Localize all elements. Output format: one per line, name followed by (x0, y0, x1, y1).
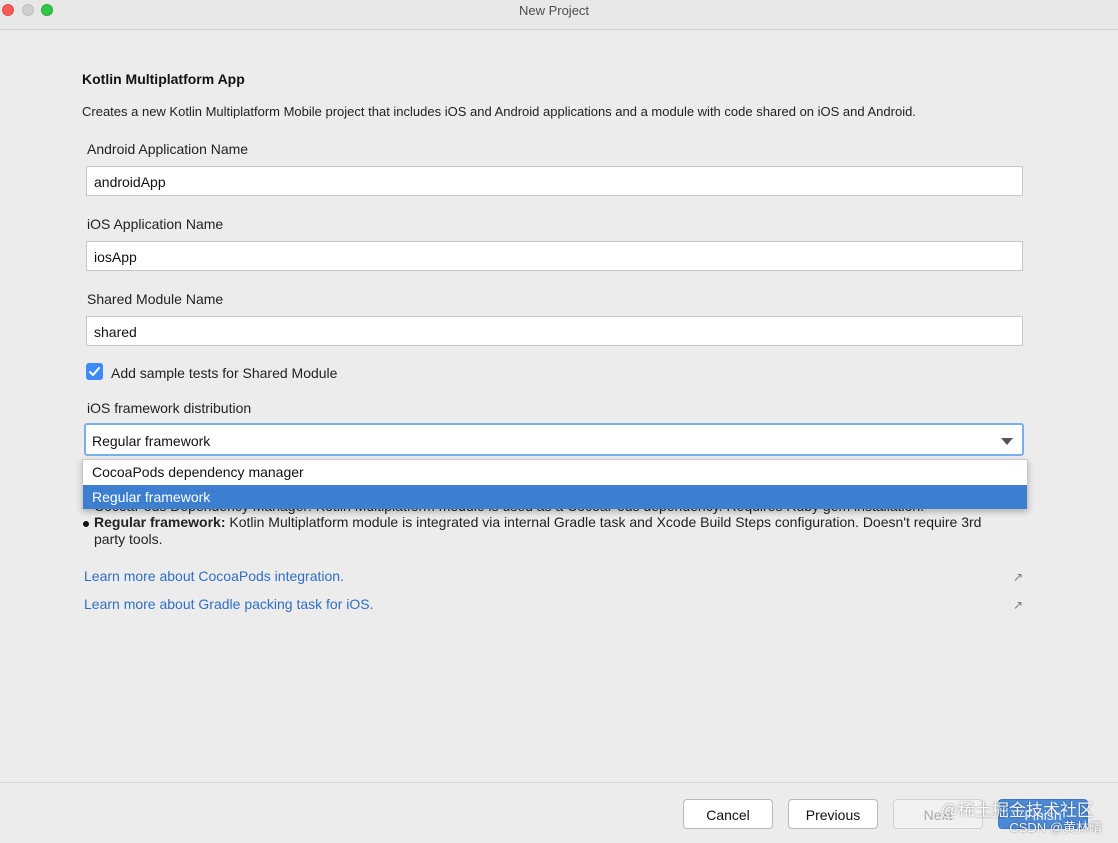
shared-module-name-input[interactable]: shared (86, 316, 1023, 346)
android-app-name-input[interactable]: androidApp (86, 166, 1023, 196)
cancel-button[interactable]: Cancel (683, 799, 773, 829)
checkmark-icon (89, 367, 100, 376)
window-titlebar: New Project (0, 0, 1118, 30)
previous-button[interactable]: Previous (788, 799, 878, 829)
cocoapods-learn-more-link[interactable]: Learn more about CocoaPods integration. (84, 568, 344, 584)
distribution-dropdown-menu: CocoaPods dependency manager Regular fra… (82, 459, 1028, 509)
bullet-icon (83, 521, 89, 527)
external-link-icon: ↗ (1013, 570, 1024, 584)
window-title: New Project (518, 3, 590, 18)
dropdown-option-cocoapods[interactable]: CocoaPods dependency manager (83, 460, 1027, 484)
android-app-name-label: Android Application Name (87, 141, 249, 157)
sample-tests-checkbox[interactable] (86, 363, 103, 380)
dialog-content: Kotlin Multiplatform App Creates a new K… (0, 30, 1118, 782)
ios-app-name-label: iOS Application Name (87, 216, 224, 232)
gradle-learn-more-link[interactable]: Learn more about Gradle packing task for… (84, 596, 373, 612)
regular-framework-bullet: Regular framework: Kotlin Multiplatform … (82, 514, 1002, 548)
distribution-label: iOS framework distribution (87, 400, 252, 416)
distribution-select[interactable]: Regular framework (84, 423, 1024, 456)
shared-module-name-label: Shared Module Name (87, 291, 224, 307)
bullet-description: Kotlin Multiplatform module is integrate… (94, 514, 982, 547)
bullet-title: Regular framework: (94, 514, 226, 530)
page-description: Creates a new Kotlin Multiplatform Mobil… (82, 104, 916, 119)
chevron-down-icon (1001, 438, 1013, 445)
dropdown-option-regular-framework[interactable]: Regular framework (83, 485, 1027, 509)
ios-app-name-input[interactable]: iosApp (86, 241, 1023, 271)
watermark-text-secondary: CSDN @黄林晴 (1009, 820, 1102, 835)
external-link-icon: ↗ (1013, 598, 1024, 612)
distribution-selected-value: Regular framework (92, 433, 211, 449)
page-title: Kotlin Multiplatform App (82, 71, 245, 87)
sample-tests-label[interactable]: Add sample tests for Shared Module (111, 365, 337, 381)
